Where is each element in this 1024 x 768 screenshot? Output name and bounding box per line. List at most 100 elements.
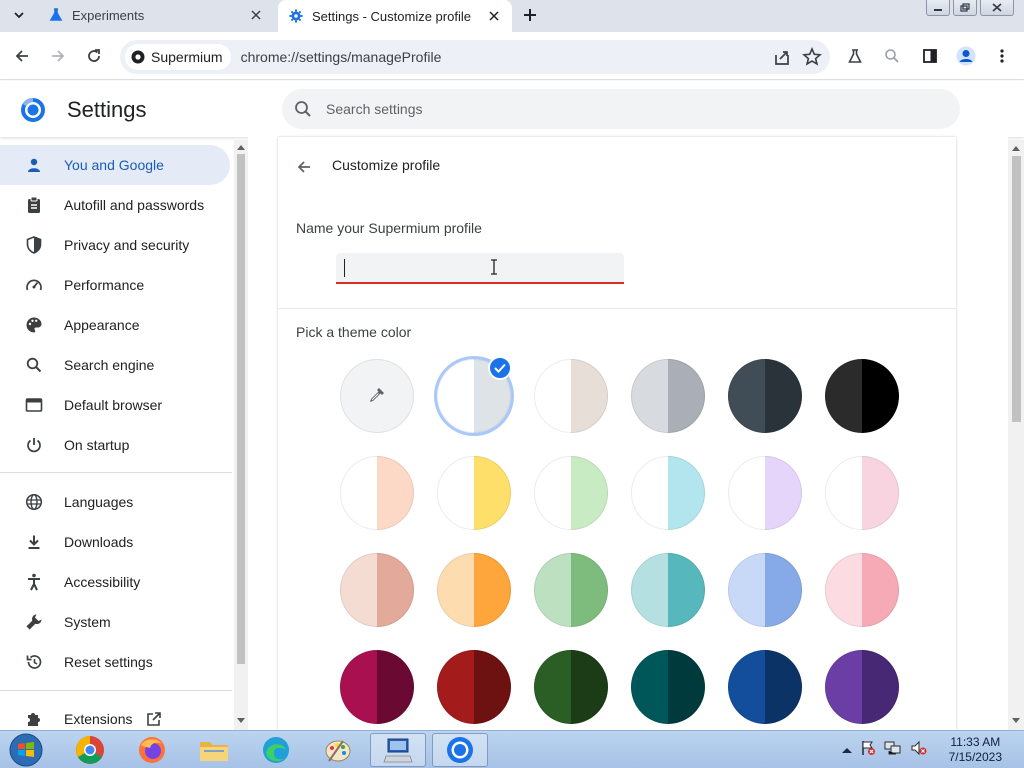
sidebar-item-performance[interactable]: Performance [0, 265, 230, 305]
theme-color-swatch[interactable] [728, 456, 802, 530]
url-text[interactable]: chrome://settings/manageProfile [241, 49, 442, 65]
reload-button[interactable] [82, 44, 106, 68]
side-panel-button[interactable] [918, 44, 942, 68]
tab-title: Experiments [72, 7, 145, 23]
sidebar-item-accessibility[interactable]: Accessibility [0, 562, 230, 602]
address-bar[interactable]: Supermium chrome://settings/manageProfil… [120, 40, 830, 74]
sidebar-item-label: Languages [64, 494, 134, 510]
sidebar-scrollbar[interactable] [234, 140, 248, 730]
theme-color-swatch[interactable] [825, 456, 899, 530]
theme-color-swatch[interactable] [728, 359, 802, 433]
taskbar-edge[interactable] [248, 733, 304, 767]
scroll-down-arrow-icon[interactable] [1011, 716, 1021, 726]
theme-color-swatch[interactable] [340, 650, 414, 724]
sidebar-item-reset-settings[interactable]: Reset settings [0, 642, 230, 682]
theme-color-swatch[interactable] [728, 553, 802, 627]
star-icon[interactable] [802, 45, 822, 74]
sidebar-item-system[interactable]: System [0, 602, 230, 642]
theme-color-swatch[interactable] [631, 456, 705, 530]
sidebar-item-on-startup[interactable]: On startup [0, 425, 230, 465]
sidebar-item-downloads[interactable]: Downloads [0, 522, 230, 562]
search-input[interactable] [326, 101, 926, 117]
start-button[interactable] [6, 733, 46, 767]
tab-search-button[interactable] [8, 5, 30, 25]
close-icon[interactable] [486, 8, 502, 24]
theme-color-swatch[interactable] [534, 456, 608, 530]
sidebar-item-extensions[interactable]: Extensions [0, 699, 230, 730]
theme-color-swatch[interactable] [534, 359, 608, 433]
swatch-left-half [825, 553, 862, 627]
theme-color-swatch[interactable] [728, 650, 802, 724]
minimize-button[interactable] [926, 0, 950, 16]
edge-icon [263, 737, 289, 763]
theme-color-swatch[interactable] [825, 359, 899, 433]
swatch-right-half [474, 456, 511, 530]
sidebar-item-privacy[interactable]: Privacy and security [0, 225, 230, 265]
theme-color-swatch[interactable] [825, 553, 899, 627]
back-arrow-button[interactable] [292, 155, 316, 179]
taskbar-chrome[interactable] [62, 733, 118, 767]
open-in-new-icon [146, 711, 162, 727]
theme-color-swatch[interactable] [340, 553, 414, 627]
taskbar-supermium[interactable] [432, 733, 488, 767]
site-info-chip[interactable]: Supermium [125, 44, 231, 70]
theme-color-swatch[interactable] [631, 553, 705, 627]
scroll-down-arrow-icon[interactable] [236, 716, 246, 726]
sidebar-item-label: Default browser [64, 397, 163, 413]
sidebar-item-search-engine[interactable]: Search engine [0, 345, 230, 385]
restore-button[interactable] [953, 0, 977, 16]
forward-button[interactable] [46, 44, 70, 68]
theme-color-swatch[interactable] [534, 650, 608, 724]
theme-color-swatch[interactable] [437, 456, 511, 530]
theme-color-swatch[interactable] [437, 553, 511, 627]
sidebar-item-autofill[interactable]: Autofill and passwords [0, 185, 230, 225]
new-tab-button[interactable] [518, 4, 542, 26]
scrollbar-thumb[interactable] [237, 154, 245, 664]
gear-icon [288, 8, 304, 24]
sidebar-item-you-and-google[interactable]: You and Google [0, 145, 230, 185]
taskbar-clock[interactable]: 11:33 AM 7/15/2023 [949, 735, 1002, 765]
sidebar-item-label: Accessibility [64, 574, 141, 590]
swatch-right-half [571, 456, 608, 530]
tab-experiments[interactable]: Experiments [38, 0, 274, 30]
action-center-flag-icon[interactable] [860, 740, 876, 761]
scroll-up-arrow-icon[interactable] [1011, 143, 1021, 153]
back-button[interactable] [10, 44, 34, 68]
theme-color-swatch[interactable] [437, 650, 511, 724]
swatch-right-half [765, 650, 802, 724]
taskbar-firefox[interactable] [124, 733, 180, 767]
settings-search[interactable] [282, 89, 960, 129]
taskbar-remote-desktop[interactable] [370, 733, 426, 767]
swatch-left-half [825, 359, 862, 433]
sidebar-item-appearance[interactable]: Appearance [0, 305, 230, 345]
tab-settings[interactable]: Settings - Customize profile [278, 0, 512, 32]
page-scrollbar[interactable] [1008, 140, 1024, 730]
swatch-right-half [377, 650, 414, 724]
taskbar-file-explorer[interactable] [186, 733, 242, 767]
share-icon[interactable] [772, 45, 792, 74]
menu-button[interactable] [990, 44, 1014, 68]
theme-color-swatch[interactable] [534, 553, 608, 627]
sidebar-item-languages[interactable]: Languages [0, 482, 230, 522]
volume-muted-icon[interactable] [910, 740, 928, 761]
theme-color-swatch[interactable] [340, 456, 414, 530]
sidebar-item-label: Downloads [64, 534, 134, 550]
tray-chevron-up-icon[interactable] [842, 741, 852, 759]
labs-button[interactable] [843, 44, 867, 68]
customize-profile-card: Customize profile Name your Supermium pr… [278, 137, 956, 730]
shield-icon [24, 235, 44, 255]
taskbar-paint[interactable] [310, 733, 366, 767]
theme-color-swatch[interactable] [631, 650, 705, 724]
windows-logo-icon [9, 733, 43, 767]
zoom-button[interactable] [880, 44, 904, 68]
theme-color-swatch[interactable] [825, 650, 899, 724]
network-icon[interactable] [884, 740, 902, 761]
close-icon[interactable] [248, 7, 264, 23]
theme-color-swatch[interactable] [631, 359, 705, 433]
profile-name-input[interactable] [336, 253, 624, 284]
scroll-up-arrow-icon[interactable] [236, 142, 246, 152]
sidebar-item-default-browser[interactable]: Default browser [0, 385, 230, 425]
window-close-button[interactable] [980, 0, 1014, 16]
profile-button[interactable] [954, 44, 978, 68]
scrollbar-thumb[interactable] [1012, 156, 1021, 422]
